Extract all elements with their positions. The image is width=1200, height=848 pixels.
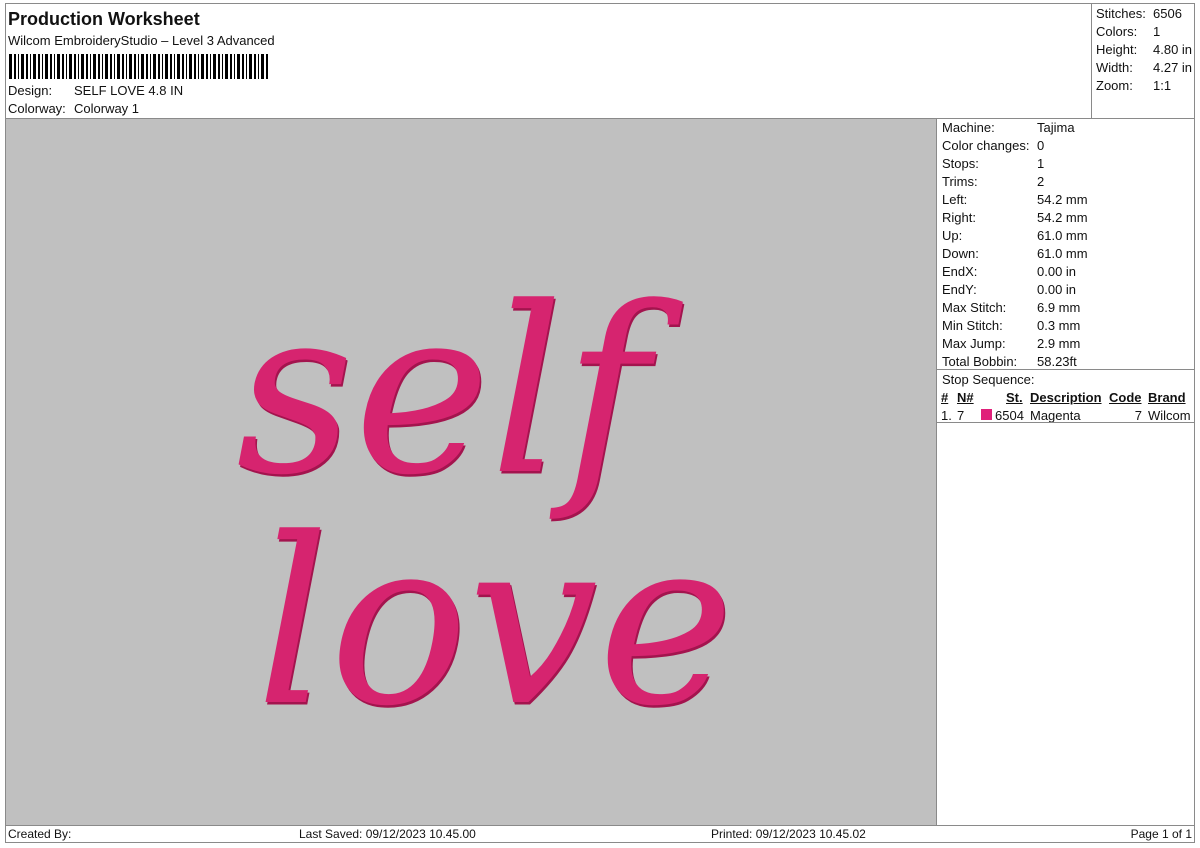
detail-row: Max Stitch: 6.9 mm xyxy=(942,300,1080,315)
barcode-image xyxy=(9,54,268,79)
detail-row: Stops: 1 xyxy=(942,156,1044,171)
detail-value: 1 xyxy=(1037,156,1045,171)
software-subtitle: Wilcom EmbroideryStudio – Level 3 Advanc… xyxy=(8,33,275,48)
detail-row: Right: 54.2 mm xyxy=(942,210,1088,225)
stitches-value: 6506 xyxy=(1153,6,1182,21)
detail-value: 54.2 mm xyxy=(1037,192,1088,207)
detail-value: 6.9 mm xyxy=(1037,300,1081,315)
detail-value: 58.23ft xyxy=(1037,354,1077,369)
page-title: Production Worksheet xyxy=(8,9,200,29)
detail-label: Color changes: xyxy=(942,138,1030,153)
last-saved: Last Saved: 09/12/2023 10.45.00 xyxy=(299,827,476,841)
sequence-cell-description: Magenta xyxy=(1030,408,1081,423)
colorway-row: Colorway: Colorway 1 xyxy=(8,101,139,116)
width-value: 4.27 in xyxy=(1153,60,1193,75)
detail-label: Right: xyxy=(942,210,976,225)
zoom-value: 1:1 xyxy=(1153,78,1172,93)
height-value: 4.80 in xyxy=(1153,42,1193,57)
detail-value: 61.0 mm xyxy=(1037,246,1088,261)
sequence-cell-num: 1. xyxy=(941,408,952,423)
detail-label: Max Stitch: xyxy=(942,300,1007,315)
col-code-header: Code xyxy=(1109,390,1142,405)
stitches-row: Stitches: 6506 xyxy=(1096,6,1182,21)
detail-label: Left: xyxy=(942,192,968,207)
detail-value: 61.0 mm xyxy=(1037,228,1088,243)
artwork-line-love: love xyxy=(256,490,734,757)
sequence-cell-n: 7 xyxy=(957,408,965,423)
detail-value: 0.00 in xyxy=(1037,282,1077,297)
detail-row: Up: 61.0 mm xyxy=(942,228,1088,243)
zoom-row: Zoom: 1:1 xyxy=(1096,78,1171,93)
colors-row: Colors: 1 xyxy=(1096,24,1160,39)
detail-row: Max Jump: 2.9 mm xyxy=(942,336,1080,351)
detail-row: Left: 54.2 mm xyxy=(942,192,1088,207)
design-value: SELF LOVE 4.8 IN xyxy=(74,83,184,98)
colorway-value: Colorway 1 xyxy=(74,101,140,116)
detail-label: EndX: xyxy=(942,264,978,279)
detail-label: EndY: xyxy=(942,282,977,297)
width-label: Width: xyxy=(1096,60,1133,75)
detail-value: 2.9 mm xyxy=(1037,336,1081,351)
detail-label: Total Bobbin: xyxy=(942,354,1018,369)
embroidery-thread: self love xyxy=(236,259,734,757)
detail-label: Machine: xyxy=(942,120,995,135)
sequence-cell-code: 7 xyxy=(1134,408,1142,423)
detail-label: Min Stitch: xyxy=(942,318,1003,333)
artwork-line-self: self xyxy=(236,259,684,526)
details-divider xyxy=(937,369,1195,370)
design-row: Design: SELF LOVE 4.8 IN xyxy=(8,83,183,98)
stop-sequence-title: Stop Sequence: xyxy=(942,372,1035,387)
col-number-header: # xyxy=(941,390,949,405)
col-description-header: Description xyxy=(1030,390,1102,405)
detail-value: 2 xyxy=(1037,174,1045,189)
page-number: Page 1 of 1 xyxy=(1130,827,1192,841)
colors-value: 1 xyxy=(1153,24,1161,39)
colors-label: Colors: xyxy=(1096,24,1138,39)
detail-label: Up: xyxy=(942,228,963,243)
detail-value: 0.3 mm xyxy=(1037,318,1081,333)
col-stitches-header: St. xyxy=(1006,390,1023,405)
summary-panel: Stitches: 6506 Colors: 1 Height: 4.80 in Wi… xyxy=(1091,3,1195,118)
zoom-label: Zoom: xyxy=(1096,78,1133,93)
detail-label: Trims: xyxy=(942,174,978,189)
height-row: Height: 4.80 in xyxy=(1096,42,1192,57)
width-row: Width: 4.27 in xyxy=(1096,60,1192,75)
created-by: Created By: xyxy=(8,827,72,841)
detail-row: Total Bobbin: 58.23ft xyxy=(942,354,1077,369)
detail-value: 0 xyxy=(1037,138,1045,153)
stitches-label: Stitches: xyxy=(1096,6,1146,21)
detail-row: Down: 61.0 mm xyxy=(942,246,1088,261)
sequence-cell-brand: Wilcom xyxy=(1148,408,1191,423)
detail-value: 0.00 in xyxy=(1037,264,1077,279)
detail-row: Machine: Tajima xyxy=(942,120,1075,135)
detail-value: Tajima xyxy=(1037,120,1075,135)
design-preview-canvas: self love self love xyxy=(6,119,936,825)
detail-value: 54.2 mm xyxy=(1037,210,1088,225)
embroidery-artwork: self love self love xyxy=(236,259,736,760)
sequence-cell-st: 6504 xyxy=(995,408,1024,423)
detail-label: Down: xyxy=(942,246,979,261)
design-label: Design: xyxy=(8,83,53,98)
worksheet-header: Production Worksheet Wilcom EmbroiderySt… xyxy=(5,3,1092,118)
height-label: Height: xyxy=(1096,42,1138,57)
detail-row: Min Stitch: 0.3 mm xyxy=(942,318,1080,333)
printed-date: Printed: 09/12/2023 10.45.02 xyxy=(711,827,866,841)
detail-label: Stops: xyxy=(942,156,979,171)
color-swatch xyxy=(981,409,992,420)
detail-label: Max Jump: xyxy=(942,336,1006,351)
col-needle-header: N# xyxy=(957,390,974,405)
detail-row: EndY: 0.00 in xyxy=(942,282,1076,297)
colorway-label: Colorway: xyxy=(8,101,66,116)
detail-row: Trims: 2 xyxy=(942,174,1044,189)
details-panel: Machine: Tajima Color changes: 0 Stops: 1 Trim… xyxy=(936,119,1195,825)
detail-row: EndX: 0.00 in xyxy=(942,264,1076,279)
col-brand-header: Brand xyxy=(1148,390,1186,405)
worksheet-footer: Created By: Last Saved: 09/12/2023 10.45… xyxy=(5,825,1195,843)
detail-row: Color changes: 0 xyxy=(942,138,1044,153)
sequence-divider xyxy=(937,422,1195,423)
